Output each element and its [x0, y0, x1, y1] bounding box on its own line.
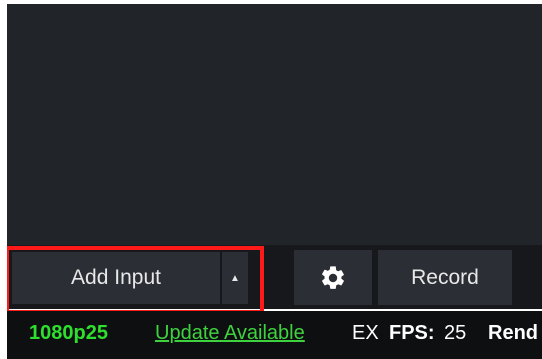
preview-area	[7, 4, 542, 245]
render-label: Rend	[488, 322, 538, 344]
update-available-link[interactable]: Update Available	[155, 321, 305, 345]
gear-icon	[319, 264, 347, 292]
vmix-window: Add Input ▲ Record 1080p25 Update Availa…	[0, 0, 542, 359]
record-label: Record	[411, 265, 479, 289]
add-input-label: Add Input	[71, 266, 161, 289]
fps-value: 25	[444, 322, 467, 344]
resolution-indicator: 1080p25	[29, 322, 108, 344]
window-top-margin	[0, 0, 542, 4]
add-input-button[interactable]: Add Input	[12, 252, 220, 304]
record-button[interactable]: Record	[378, 250, 512, 305]
caret-up-icon: ▲	[230, 272, 240, 284]
fps-label: FPS:	[389, 322, 435, 344]
settings-button[interactable]	[294, 250, 372, 305]
ex-label: EX	[352, 322, 379, 344]
status-bar: 1080p25 Update Available EX FPS: 25 Rend	[7, 311, 542, 359]
window-left-margin	[0, 0, 7, 359]
add-input-dropdown-button[interactable]: ▲	[222, 252, 248, 304]
